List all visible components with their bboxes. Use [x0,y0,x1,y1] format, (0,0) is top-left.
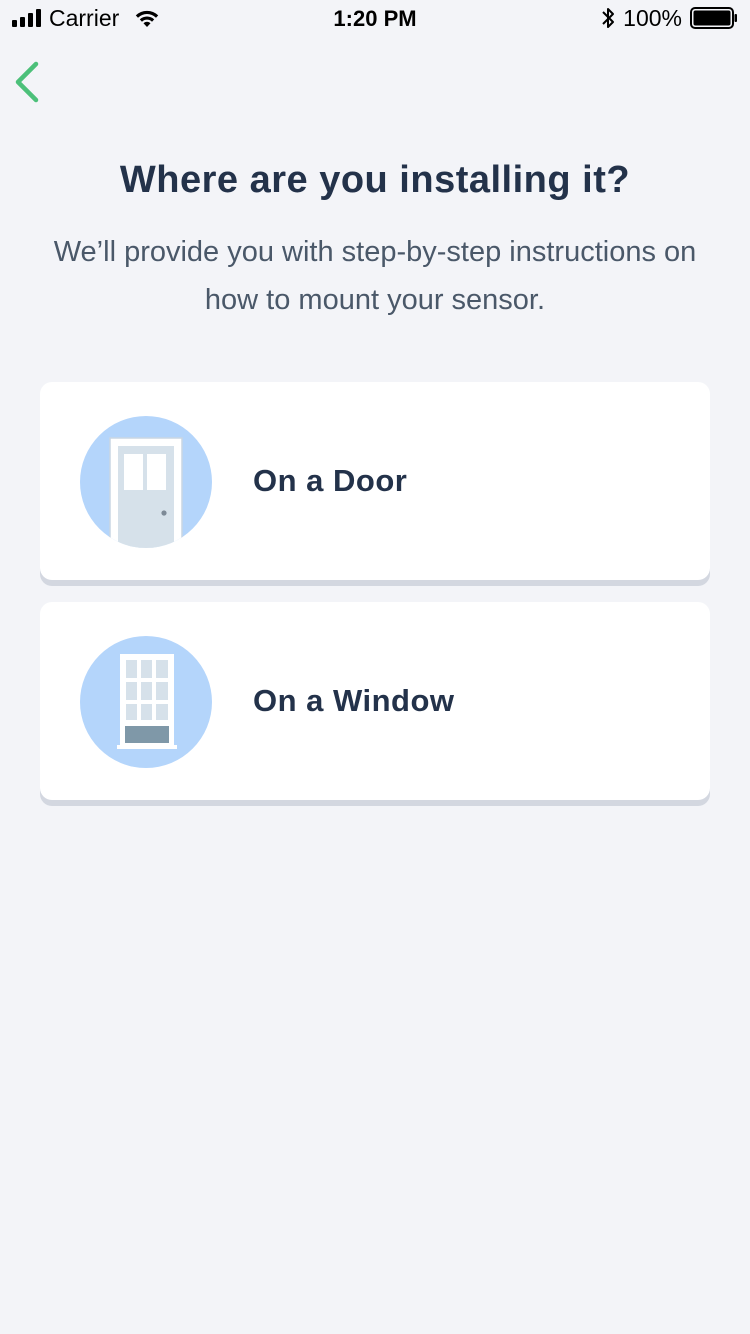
option-window-label: On a Window [253,683,455,718]
door-illustration [80,416,212,548]
page-subtitle: We’ll provide you with step-by-step inst… [53,236,697,316]
page-title: Where are you installing it? [119,159,631,201]
option-door-card[interactable]: On a Door [40,382,710,580]
window-icon [117,654,177,749]
battery-percentage: 100% [623,5,682,31]
door-icon [109,437,183,548]
option-window-card[interactable]: On a Window [40,602,710,800]
window-illustration [80,636,212,768]
option-door-label: On a Door [253,463,408,498]
chevron-left-icon [15,61,39,103]
status-bar: Carrier 1:20 PM 100% [0,0,750,40]
status-right: 100% [601,6,738,30]
bluetooth-icon [602,8,615,28]
back-button[interactable] [10,58,50,108]
battery-icon [690,7,737,29]
